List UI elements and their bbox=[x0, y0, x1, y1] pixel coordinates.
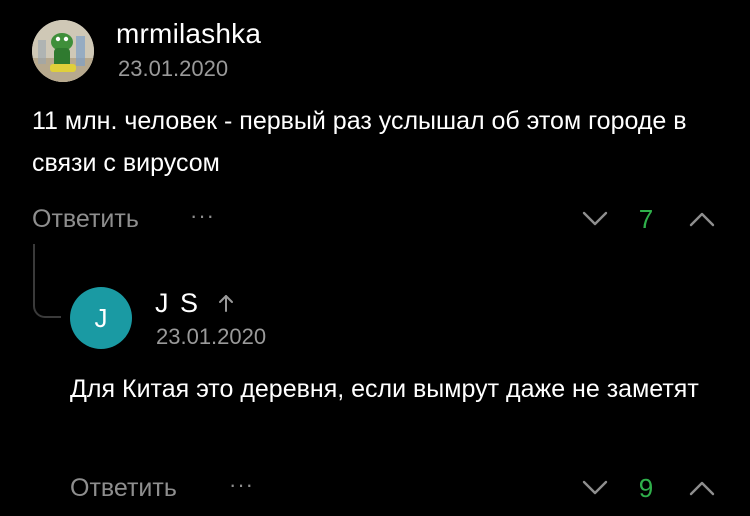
reply-author[interactable]: J S bbox=[155, 285, 200, 321]
comment-date: 23.01.2020 bbox=[118, 56, 229, 81]
thread-connector bbox=[33, 244, 61, 318]
comment-score: 7 bbox=[638, 204, 654, 234]
reply-score: 9 bbox=[638, 473, 654, 503]
vote-down-icon[interactable] bbox=[581, 478, 609, 498]
comment-text: 11 млн. человек - первый раз услышал об … bbox=[32, 107, 687, 177]
comment-author[interactable]: mrmilashka bbox=[116, 16, 261, 52]
reply-button[interactable]: Ответить bbox=[32, 203, 139, 235]
more-options-icon[interactable]: ··· bbox=[190, 200, 215, 232]
user-avatar[interactable] bbox=[32, 20, 94, 82]
reply-avatar[interactable]: J bbox=[70, 287, 132, 349]
vote-up-icon[interactable] bbox=[688, 478, 716, 498]
reply-text: Для Китая это деревня, если вымрут даже … bbox=[70, 375, 699, 403]
reply-button[interactable]: Ответить bbox=[70, 472, 177, 504]
vote-up-icon[interactable] bbox=[688, 209, 716, 229]
avatar-image-icon bbox=[32, 20, 94, 82]
reply-date: 23.01.2020 bbox=[156, 324, 267, 349]
more-options-icon[interactable]: ··· bbox=[229, 469, 254, 501]
arrow-up-icon[interactable] bbox=[217, 292, 235, 314]
vote-down-icon[interactable] bbox=[581, 209, 609, 229]
